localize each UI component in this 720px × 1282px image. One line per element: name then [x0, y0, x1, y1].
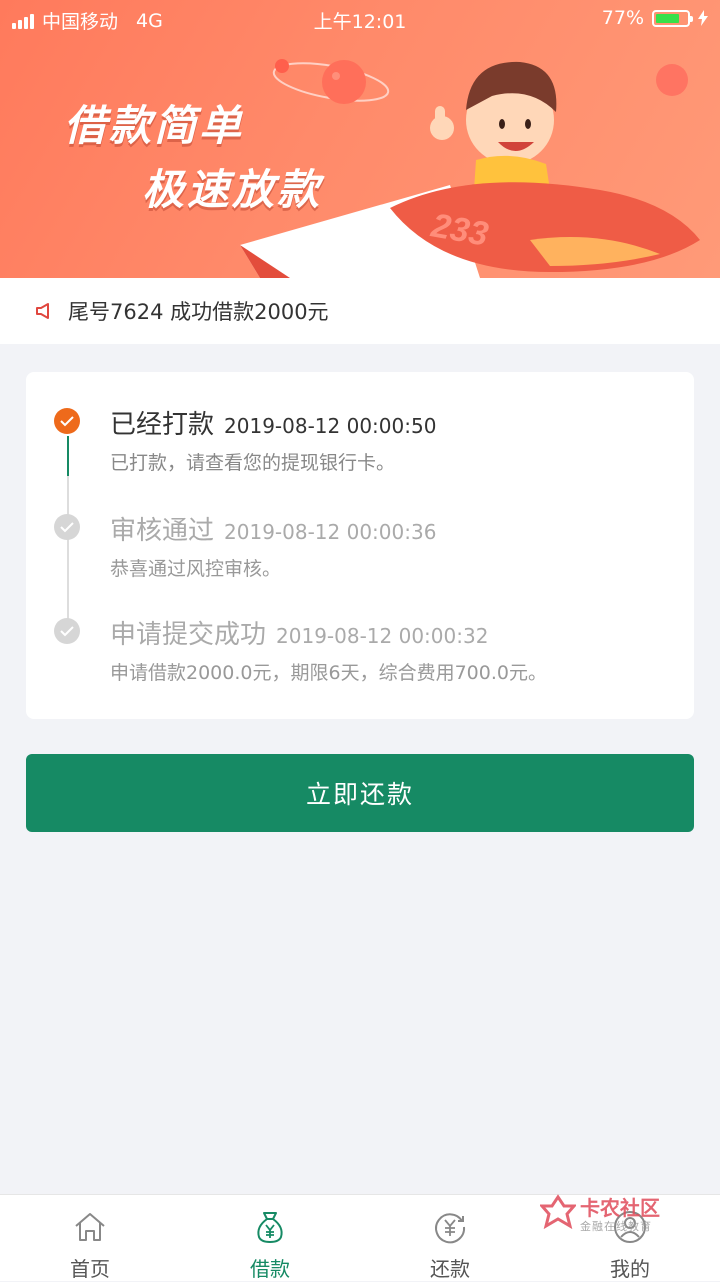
megaphone-icon: [36, 303, 49, 319]
step-title: 审核通过 2019-08-12 00:00:36: [110, 510, 436, 547]
tab-label: 我的: [610, 1257, 650, 1281]
money-bag-icon: [257, 1212, 283, 1244]
charging-icon: [698, 10, 708, 26]
timeline-line-active: [67, 436, 69, 476]
step-desc: 申请借款2000.0元，期限6天，综合费用700.0元。: [110, 662, 547, 684]
step-title: 已经打款 2019-08-12 00:00:50: [110, 404, 436, 441]
top-banner[interactable]: 中国移动 4G 上午12:01 77% 借款简单 极速放款 233: [0, 0, 720, 278]
status-right: 77%: [602, 7, 708, 29]
step-title-text: 已经打款: [110, 410, 215, 440]
step-time: 2019-08-12 00:00:50: [224, 414, 437, 438]
slogan-line-1: 借款简单: [64, 101, 245, 150]
checkmark-icon: [54, 618, 80, 644]
tab-label: 首页: [70, 1257, 110, 1281]
loan-status-card: 已经打款 2019-08-12 00:00:50 已打款，请查看您的提现银行卡。 …: [26, 372, 694, 719]
tab-borrow[interactable]: 借款: [180, 1195, 360, 1281]
battery-percent: 77%: [601, 7, 644, 29]
step-title-text: 审核通过: [110, 516, 215, 546]
home-icon: [75, 1213, 105, 1241]
step-title: 申请提交成功 2019-08-12 00:00:32: [110, 614, 488, 651]
timeline-line: [67, 476, 69, 626]
checkmark-icon: [54, 408, 80, 434]
tab-label: 借款: [250, 1257, 290, 1281]
notice-text: 尾号7624 成功借款2000元: [68, 300, 329, 324]
tab-home[interactable]: 首页: [0, 1195, 180, 1281]
rocket-boy-illustration: 233: [240, 61, 700, 278]
notice-bar[interactable]: 尾号7624 成功借款2000元: [0, 278, 720, 344]
step-time: 2019-08-12 00:00:36: [224, 520, 437, 544]
repay-now-button[interactable]: 立即还款: [26, 754, 694, 832]
status-bar: 中国移动 4G 上午12:01 77%: [0, 0, 720, 38]
repay-yen-icon: [435, 1213, 466, 1244]
watermark-subtitle: 金融在线教育: [580, 1220, 652, 1233]
battery-icon: [652, 9, 693, 27]
tab-label: 还款: [430, 1257, 470, 1281]
tab-repay[interactable]: 还款: [360, 1195, 540, 1281]
step-title-text: 申请提交成功: [110, 620, 267, 650]
watermark: 卡农社区 金融在线教育: [540, 1192, 670, 1236]
step-desc: 已打款，请查看您的提现银行卡。: [110, 452, 396, 474]
step-time: 2019-08-12 00:00:32: [276, 624, 489, 648]
checkmark-icon: [54, 514, 80, 540]
step-desc: 恭喜通过风控审核。: [110, 558, 282, 580]
watermark-title: 卡农社区: [580, 1196, 660, 1220]
watermark-logo: [540, 1194, 576, 1230]
